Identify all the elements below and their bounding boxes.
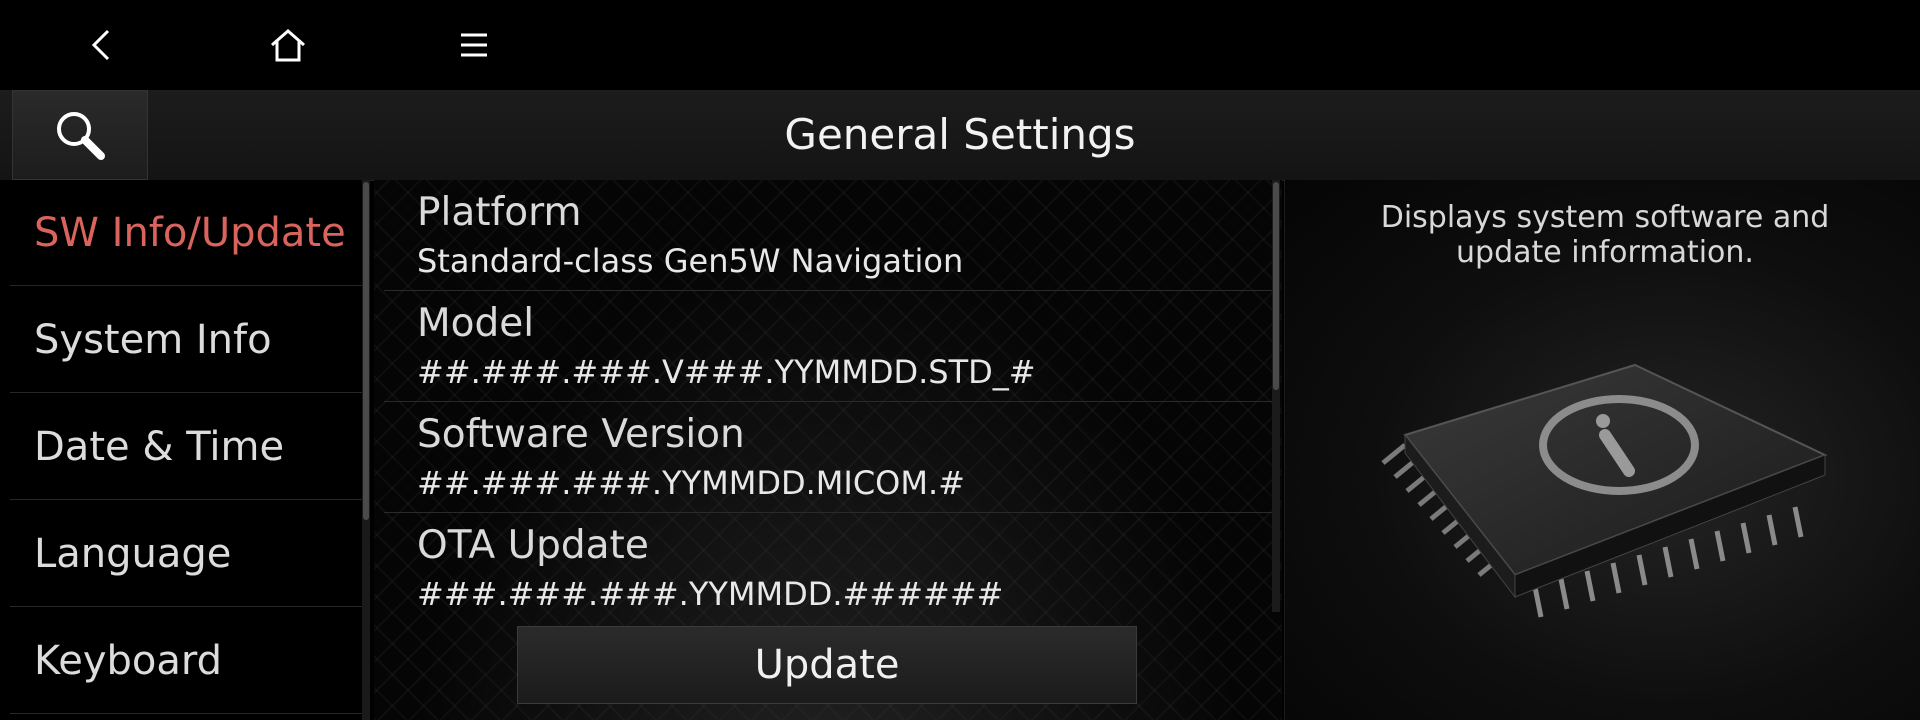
info-value: ##.###.###.YYMMDD.MICOM.#: [417, 464, 965, 502]
title-bar: General Settings: [0, 90, 1920, 181]
info-value: ###.###.###.YYMMDD.######: [417, 575, 1004, 613]
info-label: Platform: [417, 190, 582, 235]
sidebar-item-keyboard[interactable]: Keyboard: [10, 608, 362, 714]
info-row-software-version: Software Version ##.###.###.YYMMDD.MICOM…: [384, 402, 1274, 513]
info-row-model: Model ##.###.###.V###.YYMMDD.STD_#: [384, 291, 1274, 402]
chip-info-icon: [1381, 363, 1828, 618]
home-icon: [271, 29, 305, 62]
help-description: Displays system software and update info…: [1380, 200, 1830, 270]
sidebar-item-sw-info-update[interactable]: SW Info/Update: [10, 180, 362, 286]
info-value: Standard-class Gen5W Navigation: [417, 242, 964, 280]
search-button[interactable]: [12, 90, 148, 180]
sidebar-item-system-info[interactable]: System Info: [10, 287, 362, 393]
sidebar-scrollbar-thumb[interactable]: [363, 182, 369, 520]
info-label: Software Version: [417, 412, 745, 457]
search-icon: [57, 112, 105, 160]
page-title: General Settings: [784, 110, 1136, 159]
info-value: ##.###.###.V###.YYMMDD.STD_#: [417, 353, 1036, 391]
menu-icon: [461, 33, 487, 57]
help-panel: Displays system software and update info…: [1284, 180, 1920, 720]
info-label: Model: [417, 301, 535, 346]
sidebar-item-date-time[interactable]: Date & Time: [10, 394, 362, 500]
info-row-ota-update: OTA Update ###.###.###.YYMMDD.######: [384, 513, 1274, 624]
back-button[interactable]: [72, 18, 132, 72]
home-button[interactable]: [258, 18, 318, 72]
sidebar-item-language[interactable]: Language: [10, 501, 362, 607]
update-button[interactable]: Update: [517, 626, 1137, 704]
info-label: OTA Update: [417, 523, 649, 568]
menu-button[interactable]: [444, 18, 504, 72]
settings-sidebar: SW Info/Update System Info Date & Time L…: [0, 180, 362, 720]
back-chevron-icon: [91, 29, 110, 61]
info-scrollbar-thumb[interactable]: [1273, 182, 1279, 390]
info-row-platform: Platform Standard-class Gen5W Navigation: [384, 180, 1274, 291]
system-bar: [0, 0, 1920, 90]
